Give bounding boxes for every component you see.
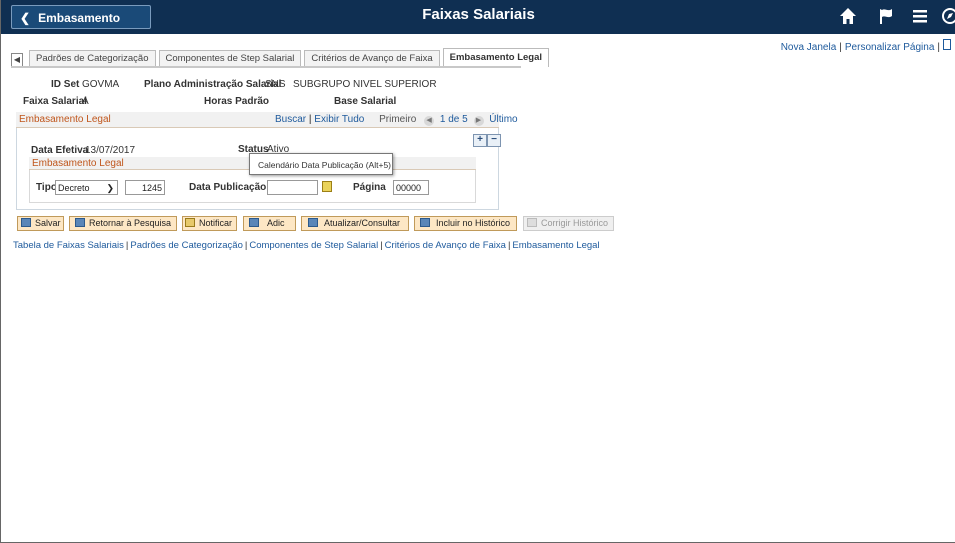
tab-criterios[interactable]: Critérios de Avanço de Faixa <box>304 50 440 67</box>
separator: | <box>125 240 129 251</box>
plano-description: SUBGRUPO NIVEL SUPERIOR <box>293 79 437 90</box>
separator: | <box>308 114 312 125</box>
separator: | <box>244 240 248 251</box>
faixa-label: Faixa Salarial <box>23 96 87 107</box>
link-padroes[interactable]: Padrões de Categorização <box>130 240 243 251</box>
notify-button[interactable]: Notificar <box>182 216 237 231</box>
correct-history-icon <box>527 218 537 227</box>
data-efetiva-value: 13/07/2017 <box>85 145 136 156</box>
correct-history-label: Corrigir Histórico <box>541 218 609 228</box>
separator: | <box>380 240 383 251</box>
horas-label: Horas Padrão <box>204 96 270 107</box>
save-button[interactable]: Salvar <box>17 216 64 231</box>
return-search-button[interactable]: Retornar à Pesquisa <box>69 216 177 231</box>
link-embasamento[interactable]: Embasamento Legal <box>512 240 599 251</box>
calendar-tooltip: Calendário Data Publicação (Alt+5) <box>249 153 393 175</box>
exibir-tudo-link[interactable]: Exibir Tudo <box>314 114 364 125</box>
top-links: Nova Janela | Personalizar Página | <box>781 39 951 53</box>
save-label: Salvar <box>35 218 61 228</box>
row-counter: 1 de 5 <box>439 114 468 125</box>
inner-grid-title: Embasamento Legal <box>32 158 124 169</box>
update-button[interactable]: Atualizar/Consultar <box>301 216 409 231</box>
correct-history-button: Corrigir Histórico <box>523 216 614 231</box>
help-icon[interactable] <box>943 39 951 50</box>
link-componentes[interactable]: Componentes de Step Salarial <box>249 240 378 251</box>
tab-embasamento[interactable]: Embasamento Legal <box>442 48 550 67</box>
calendar-icon[interactable] <box>322 181 332 192</box>
flag-icon[interactable] <box>877 7 895 29</box>
update-icon <box>308 218 318 227</box>
separator: | <box>839 42 842 53</box>
tipo-select[interactable]: Decreto ❯ <box>55 180 118 195</box>
bottom-links: Tabela de Faixas Salariais | Padrões de Ca… <box>13 240 600 251</box>
pagina-label: Página <box>353 182 386 193</box>
chevron-left-icon: ❮ <box>20 11 31 25</box>
grid-nav: Buscar | Exibir Tudo Primeiro ◀ 1 de 5 ▶… <box>275 114 518 126</box>
tab-scroll-left-icon[interactable]: ◀ <box>11 53 23 67</box>
link-criterios[interactable]: Critérios de Avanço de Faixa <box>385 240 506 251</box>
new-window-link[interactable]: Nova Janela <box>781 42 837 53</box>
add-button[interactable]: Adic <box>243 216 296 231</box>
ultimo-link[interactable]: Último <box>489 114 517 125</box>
data-publicacao-input[interactable] <box>267 180 318 195</box>
pagina-input[interactable]: 00000 <box>393 180 429 195</box>
include-history-label: Incluir no Histórico <box>436 218 511 228</box>
personalize-link[interactable]: Personalizar Página <box>845 42 935 53</box>
link-tabela-faixas[interactable]: Tabela de Faixas Salariais <box>13 240 124 251</box>
menu-icon[interactable] <box>911 7 929 29</box>
add-row-button[interactable]: + <box>473 134 487 147</box>
id-set-value: GOVMA <box>82 79 120 90</box>
faixa-value: A <box>82 96 89 107</box>
compass-icon[interactable] <box>941 7 955 29</box>
tab-bar: ◀ Padrões de Categorização Componentes de … <box>11 48 552 67</box>
back-button[interactable]: ❮ Embasamento Legal <box>11 5 151 49</box>
save-icon <box>21 218 31 227</box>
delete-row-button[interactable]: − <box>487 134 501 147</box>
base-label: Base Salarial <box>334 96 397 107</box>
return-icon <box>75 218 85 227</box>
previous-icon[interactable]: ◀ <box>424 116 435 126</box>
primeiro-link[interactable]: Primeiro <box>379 114 416 125</box>
add-icon <box>249 218 259 227</box>
tab-padroes[interactable]: Padrões de Categorização <box>29 50 156 67</box>
home-icon[interactable] <box>839 7 857 29</box>
add-label: Adic <box>267 218 285 228</box>
include-history-icon <box>420 218 430 227</box>
tipo-select-value: Decreto <box>58 183 90 193</box>
separator: | <box>937 42 940 53</box>
include-history-button[interactable]: Incluir no Histórico <box>414 216 517 231</box>
data-efetiva-label: Data Efetiva <box>31 145 89 156</box>
tipo-label: Tipo <box>36 182 57 193</box>
plano-value: SNS <box>265 79 286 90</box>
separator: | <box>507 240 511 251</box>
next-icon[interactable]: ▶ <box>473 116 484 126</box>
tab-componentes[interactable]: Componentes de Step Salarial <box>158 50 302 67</box>
id-set-label: ID Set <box>51 79 80 90</box>
return-label: Retornar à Pesquisa <box>89 218 172 228</box>
chevron-down-icon: ❯ <box>106 183 114 193</box>
buscar-link[interactable]: Buscar <box>275 114 306 125</box>
notify-icon <box>185 218 195 227</box>
tab-divider <box>11 66 521 68</box>
update-label: Atualizar/Consultar <box>324 218 401 228</box>
plano-label: Plano Administração Salarial <box>144 79 282 90</box>
notify-label: Notificar <box>199 218 233 228</box>
numero-input[interactable]: 1245 <box>125 180 165 195</box>
grid-title: Embasamento Legal <box>19 114 111 125</box>
data-publicacao-label: Data Publicação <box>189 182 267 193</box>
